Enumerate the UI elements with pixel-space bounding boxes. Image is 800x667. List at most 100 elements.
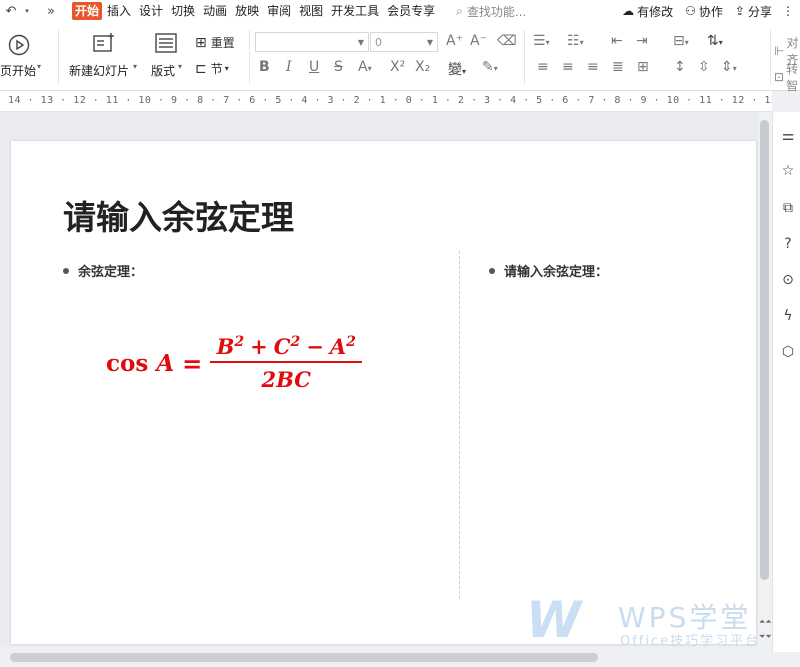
line-spacing-icon[interactable]: ↕ [674,59,686,75]
horizontal-ruler[interactable]: 14 · 13 · 12 · 11 · 10 · 9 · 8 · 7 · 6 ·… [0,91,772,112]
right-sidebar: ⚌ ☆ ⧉ ? ⊙ ϟ ⬡ [772,112,800,652]
num-plus: + [250,334,268,359]
font-size-dropdown-icon: ▼ [426,37,433,47]
increase-font-icon[interactable]: A⁺ [446,33,463,49]
font-size-value: 0 [375,35,382,49]
font-family-select[interactable]: ▼ [255,32,369,52]
bold-icon[interactable]: B [259,59,270,75]
section-button[interactable]: ⊏ 节 ▾ [195,60,229,77]
column-spacing-icon[interactable]: ⇕▾ [721,59,737,75]
tab-transition[interactable]: 切换 [168,2,198,20]
has-changes-button[interactable]: ☁ 有修改 [622,3,673,20]
numbered-list-icon[interactable]: ☷▾ [567,33,584,49]
subscript-icon[interactable]: X₂ [415,59,430,75]
menu-bar: ↶ ▾ » 开始 插入 设计 切换 动画 放映 审阅 视图 开发工具 会员专享 … [0,0,800,22]
italic-icon[interactable]: I [286,59,292,75]
new-slide-button[interactable]: 新建幻灯片 [69,62,129,79]
left-bullet-text: 余弦定理： [78,265,144,280]
reset-button[interactable]: ⊞ 重置 [195,34,235,51]
bullet-list-icon[interactable]: ☰▾ [533,33,550,49]
superscript-icon[interactable]: X² [390,59,405,75]
lightning-icon[interactable]: ϟ [780,308,796,324]
section-dropdown-icon: ▾ [224,64,229,73]
font-size-select[interactable]: 0 ▼ [370,32,438,52]
convert-label: 转智 [786,62,799,93]
play-icon[interactable] [8,34,30,56]
paragraph-spacing-icon[interactable]: ⇳ [698,59,710,75]
formula-denominator: 2BC [261,367,312,392]
convert-smartart-button[interactable]: ⊡ 转智 [774,60,800,94]
tab-design[interactable]: 设计 [136,2,166,20]
layout-button[interactable]: 版式 [151,62,175,79]
properties-sliders-icon[interactable]: ⚌ [780,128,796,144]
strikethrough-icon[interactable]: S [334,59,343,75]
clear-format-icon[interactable]: ⌫ [497,33,517,49]
num-c-exp: 2 [290,334,301,350]
align-center-icon[interactable]: ≡ [562,59,574,75]
left-content-placeholder[interactable]: 余弦定理： [63,261,143,280]
tab-review[interactable]: 审阅 [264,2,294,20]
star-animation-icon[interactable]: ☆ [780,163,796,179]
align-left-icon[interactable]: ≡ [537,59,549,75]
section-label: 节 [210,62,223,76]
slide-canvas[interactable]: 请输入余弦定理 余弦定理： 请输入余弦定理： cos A = B2 + C2− A2 … [11,141,756,644]
new-slide-dropdown-icon[interactable]: ▾ [133,62,137,71]
more-options-icon[interactable]: ⋮ [782,4,794,18]
tab-slideshow[interactable]: 放映 [232,2,262,20]
phonetic-guide-icon[interactable]: 變▾ [448,59,466,79]
vertical-scrollbar[interactable]: ⏶⏶ ⏷⏷ [758,112,772,647]
undo-icon[interactable]: ↶ [0,4,22,19]
vertical-scroll-thumb[interactable] [760,120,769,580]
tab-developer[interactable]: 开发工具 [328,2,382,20]
search-placeholder: 查找功能... [466,4,527,19]
justify-icon[interactable]: ≣ [612,59,624,75]
underline-icon[interactable]: U [309,59,319,75]
tab-view[interactable]: 视图 [296,2,326,20]
menu-right-actions: ☁ 有修改 ⚇ 协作 ⇪ 分享 ⋮ [610,0,794,22]
ribbon-toolbar: 页开始 ▾ 新建幻灯片 ▾ 版式 ▾ ⊞ 重置 ⊏ 节 ▾ ▼ 0 ▼ A⁺ A… [0,22,800,94]
ai-assistant-icon[interactable]: ⊙ [780,272,796,288]
double-chevron-icon[interactable]: » [40,4,62,19]
num-a-exp: 2 [346,334,356,350]
tab-home[interactable]: 开始 [72,2,103,20]
tab-animation[interactable]: 动画 [200,2,230,20]
layout-dropdown-icon[interactable]: ▾ [178,62,182,71]
slide-switch-icon[interactable]: ⧉ [780,200,796,216]
align-right-icon[interactable]: ≡ [587,59,599,75]
collaborate-button[interactable]: ⚇ 协作 [685,3,723,20]
layout-icon[interactable] [155,33,177,53]
num-a: A [329,334,347,359]
cloud-sync-icon: ☁ [622,4,635,18]
play-dropdown-icon[interactable]: ▾ [37,62,41,71]
formula-var-a: A [156,349,175,377]
column-divider [459,251,460,599]
highlight-icon[interactable]: ✎▾ [482,59,498,75]
dropdown-arrow-icon[interactable]: ▾ [22,7,32,15]
align-objects-icon: ⊩ [774,44,785,58]
bullet-dot-icon [489,267,495,274]
decrease-indent-icon[interactable]: ⇤ [611,33,623,49]
right-content-placeholder[interactable]: 请输入余弦定理： [489,261,608,280]
cosine-law-formula[interactable]: cos A = B2 + C2− A2 2BC [106,334,363,392]
new-slide-icon[interactable] [92,32,116,54]
distribute-icon[interactable]: ⊞ [637,59,649,75]
formula-numerator: B2 + C2− A2 [215,334,358,359]
search-box[interactable]: ⌕ 查找功能... [456,3,526,20]
share-button[interactable]: ⇪ 分享 [735,3,772,20]
watermark-subtitle: Office技巧学习平台 [620,634,761,649]
right-bullet-text: 请输入余弦定理： [504,265,609,280]
decrease-font-icon[interactable]: A⁻ [470,33,487,49]
slide-workspace: 请输入余弦定理 余弦定理： 请输入余弦定理： cos A = B2 + C2− A2 … [0,112,772,647]
tab-member[interactable]: 会员专享 [384,2,438,20]
slide-title[interactable]: 请输入余弦定理 [63,191,294,239]
play-from-start-button[interactable]: 页开始 [0,62,36,79]
horizontal-scroll-thumb[interactable] [10,653,598,662]
font-color-icon[interactable]: A▾ [358,59,372,75]
help-icon[interactable]: ? [780,236,796,252]
text-direction-icon[interactable]: ⊟▾ [673,33,689,49]
tab-insert[interactable]: 插入 [104,2,134,20]
package-icon[interactable]: ⬡ [780,344,796,360]
increase-indent-icon[interactable]: ⇥ [636,33,648,49]
user-plus-icon: ⚇ [685,4,696,18]
sort-icon[interactable]: ⇅▾ [707,33,723,49]
